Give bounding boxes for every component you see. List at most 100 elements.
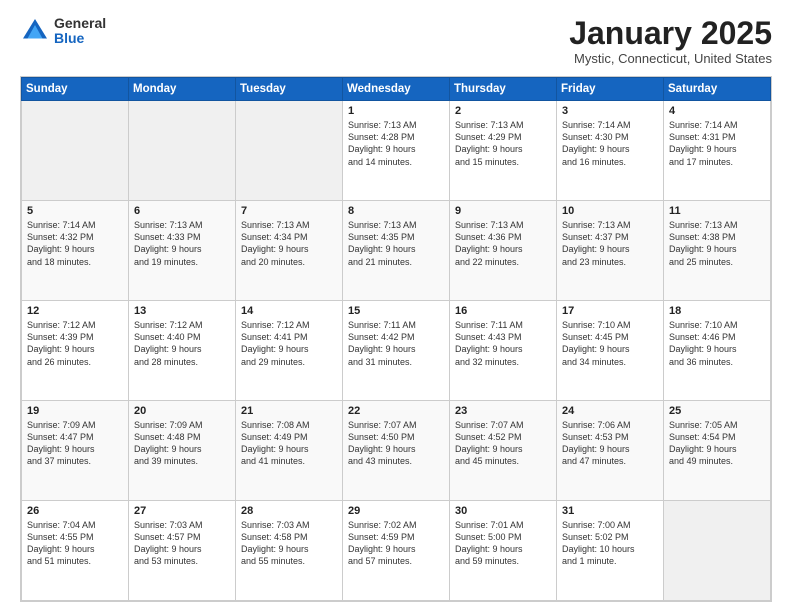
day-number: 9 xyxy=(455,205,551,217)
table-cell: 6Sunrise: 7:13 AMSunset: 4:33 PMDaylight… xyxy=(129,201,236,301)
logo-general-text: General xyxy=(54,16,106,31)
location: Mystic, Connecticut, United States xyxy=(569,51,772,66)
cell-line: and 59 minutes. xyxy=(455,555,551,567)
day-number: 3 xyxy=(562,105,658,117)
cell-line: Daylight: 9 hours xyxy=(241,543,337,555)
day-number: 10 xyxy=(562,205,658,217)
cell-line: Sunrise: 7:08 AM xyxy=(241,419,337,431)
col-tuesday: Tuesday xyxy=(236,78,343,101)
cell-line: Sunset: 4:40 PM xyxy=(134,331,230,343)
table-cell: 10Sunrise: 7:13 AMSunset: 4:37 PMDayligh… xyxy=(557,201,664,301)
cell-line: Sunrise: 7:13 AM xyxy=(455,119,551,131)
cell-line: Daylight: 9 hours xyxy=(27,343,123,355)
cell-line: and 57 minutes. xyxy=(348,555,444,567)
cell-line: and 43 minutes. xyxy=(348,455,444,467)
table-cell: 23Sunrise: 7:07 AMSunset: 4:52 PMDayligh… xyxy=(450,401,557,501)
day-number: 18 xyxy=(669,305,765,317)
cell-line: Daylight: 9 hours xyxy=(562,143,658,155)
cell-line: Sunset: 4:54 PM xyxy=(669,431,765,443)
cell-line: Sunrise: 7:13 AM xyxy=(348,119,444,131)
month-title: January 2025 xyxy=(569,16,772,51)
day-number: 12 xyxy=(27,305,123,317)
cell-line: Sunrise: 7:13 AM xyxy=(241,219,337,231)
cell-line: and 29 minutes. xyxy=(241,356,337,368)
day-number: 14 xyxy=(241,305,337,317)
cell-line: Sunset: 4:55 PM xyxy=(27,531,123,543)
day-number: 13 xyxy=(134,305,230,317)
table-cell: 16Sunrise: 7:11 AMSunset: 4:43 PMDayligh… xyxy=(450,301,557,401)
cell-line: Sunrise: 7:03 AM xyxy=(134,519,230,531)
table-cell: 5Sunrise: 7:14 AMSunset: 4:32 PMDaylight… xyxy=(22,201,129,301)
cell-line: Sunset: 5:02 PM xyxy=(562,531,658,543)
cell-line: and 53 minutes. xyxy=(134,555,230,567)
table-cell: 12Sunrise: 7:12 AMSunset: 4:39 PMDayligh… xyxy=(22,301,129,401)
cell-line: Daylight: 9 hours xyxy=(669,243,765,255)
cell-line: Daylight: 9 hours xyxy=(455,143,551,155)
cell-line: and 51 minutes. xyxy=(27,555,123,567)
cell-line: Sunset: 4:43 PM xyxy=(455,331,551,343)
day-number: 4 xyxy=(669,105,765,117)
cell-line: Daylight: 9 hours xyxy=(562,343,658,355)
cell-line: Sunrise: 7:14 AM xyxy=(27,219,123,231)
cell-line: and 45 minutes. xyxy=(455,455,551,467)
col-sunday: Sunday xyxy=(22,78,129,101)
table-cell: 18Sunrise: 7:10 AMSunset: 4:46 PMDayligh… xyxy=(664,301,771,401)
day-number: 26 xyxy=(27,505,123,517)
cell-line: Sunrise: 7:13 AM xyxy=(562,219,658,231)
cell-line: and 32 minutes. xyxy=(455,356,551,368)
cell-line: Sunset: 4:35 PM xyxy=(348,231,444,243)
cell-line: Sunset: 4:37 PM xyxy=(562,231,658,243)
cell-line: and 15 minutes. xyxy=(455,156,551,168)
day-number: 6 xyxy=(134,205,230,217)
day-number: 25 xyxy=(669,405,765,417)
col-friday: Friday xyxy=(557,78,664,101)
logo-blue-text: Blue xyxy=(54,31,106,46)
cell-line: Sunrise: 7:01 AM xyxy=(455,519,551,531)
day-number: 22 xyxy=(348,405,444,417)
day-number: 31 xyxy=(562,505,658,517)
cell-line: and 14 minutes. xyxy=(348,156,444,168)
title-block: January 2025 Mystic, Connecticut, United… xyxy=(569,16,772,66)
cell-line: Sunset: 4:31 PM xyxy=(669,131,765,143)
cell-line: and 36 minutes. xyxy=(669,356,765,368)
table-cell: 31Sunrise: 7:00 AMSunset: 5:02 PMDayligh… xyxy=(557,501,664,601)
calendar: Sunday Monday Tuesday Wednesday Thursday… xyxy=(20,76,772,602)
cell-line: Sunrise: 7:05 AM xyxy=(669,419,765,431)
day-number: 2 xyxy=(455,105,551,117)
calendar-header: Sunday Monday Tuesday Wednesday Thursday… xyxy=(22,78,771,101)
table-cell: 25Sunrise: 7:05 AMSunset: 4:54 PMDayligh… xyxy=(664,401,771,501)
cell-line: Sunset: 4:29 PM xyxy=(455,131,551,143)
cell-line: Sunrise: 7:13 AM xyxy=(348,219,444,231)
table-cell xyxy=(664,501,771,601)
cell-line: Daylight: 9 hours xyxy=(134,443,230,455)
table-cell: 30Sunrise: 7:01 AMSunset: 5:00 PMDayligh… xyxy=(450,501,557,601)
cell-line: Sunset: 4:53 PM xyxy=(562,431,658,443)
cell-line: Sunrise: 7:12 AM xyxy=(134,319,230,331)
cell-line: Sunrise: 7:12 AM xyxy=(241,319,337,331)
cell-line: and 31 minutes. xyxy=(348,356,444,368)
week-row-1: 5Sunrise: 7:14 AMSunset: 4:32 PMDaylight… xyxy=(22,201,771,301)
cell-line: Sunrise: 7:13 AM xyxy=(669,219,765,231)
cell-line: Daylight: 9 hours xyxy=(27,443,123,455)
day-number: 1 xyxy=(348,105,444,117)
cell-line: Sunset: 4:33 PM xyxy=(134,231,230,243)
cell-line: Sunrise: 7:12 AM xyxy=(27,319,123,331)
day-number: 15 xyxy=(348,305,444,317)
cell-line: Sunrise: 7:06 AM xyxy=(562,419,658,431)
cell-line: Sunset: 4:46 PM xyxy=(669,331,765,343)
cell-line: Daylight: 9 hours xyxy=(348,143,444,155)
table-cell: 20Sunrise: 7:09 AMSunset: 4:48 PMDayligh… xyxy=(129,401,236,501)
cell-line: and 1 minute. xyxy=(562,555,658,567)
table-cell: 26Sunrise: 7:04 AMSunset: 4:55 PMDayligh… xyxy=(22,501,129,601)
cell-line: and 49 minutes. xyxy=(669,455,765,467)
table-cell: 21Sunrise: 7:08 AMSunset: 4:49 PMDayligh… xyxy=(236,401,343,501)
days-header-row: Sunday Monday Tuesday Wednesday Thursday… xyxy=(22,78,771,101)
cell-line: and 34 minutes. xyxy=(562,356,658,368)
week-row-3: 19Sunrise: 7:09 AMSunset: 4:47 PMDayligh… xyxy=(22,401,771,501)
cell-line: Sunrise: 7:10 AM xyxy=(669,319,765,331)
logo: General Blue xyxy=(20,16,106,47)
cell-line: and 28 minutes. xyxy=(134,356,230,368)
cell-line: Daylight: 9 hours xyxy=(27,543,123,555)
cell-line: Sunset: 4:34 PM xyxy=(241,231,337,243)
logo-icon xyxy=(20,16,50,46)
